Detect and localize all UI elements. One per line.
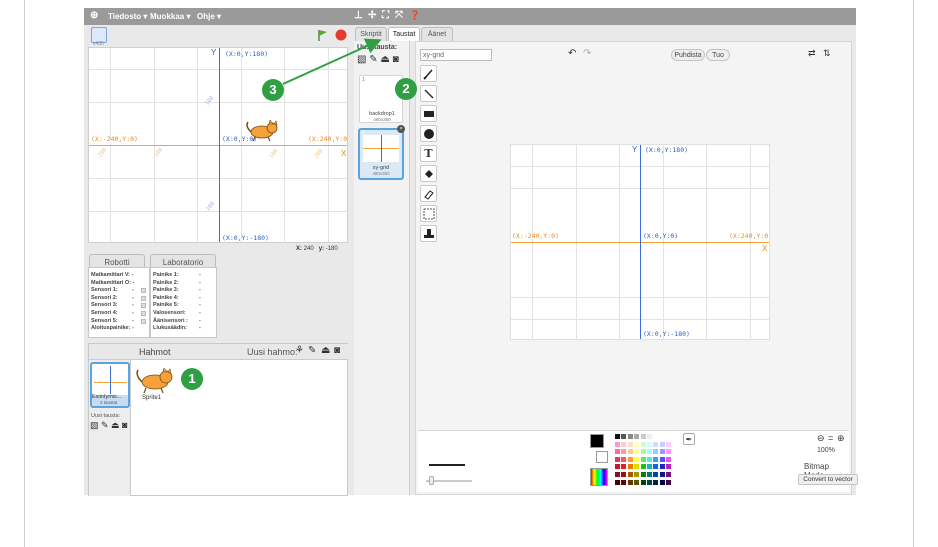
- annotation-arrow: [282, 38, 382, 85]
- annotation-badge-2: 2: [395, 78, 417, 100]
- annotation-badge-1: 1: [181, 368, 203, 390]
- annotation-badge-3: 3: [262, 79, 284, 101]
